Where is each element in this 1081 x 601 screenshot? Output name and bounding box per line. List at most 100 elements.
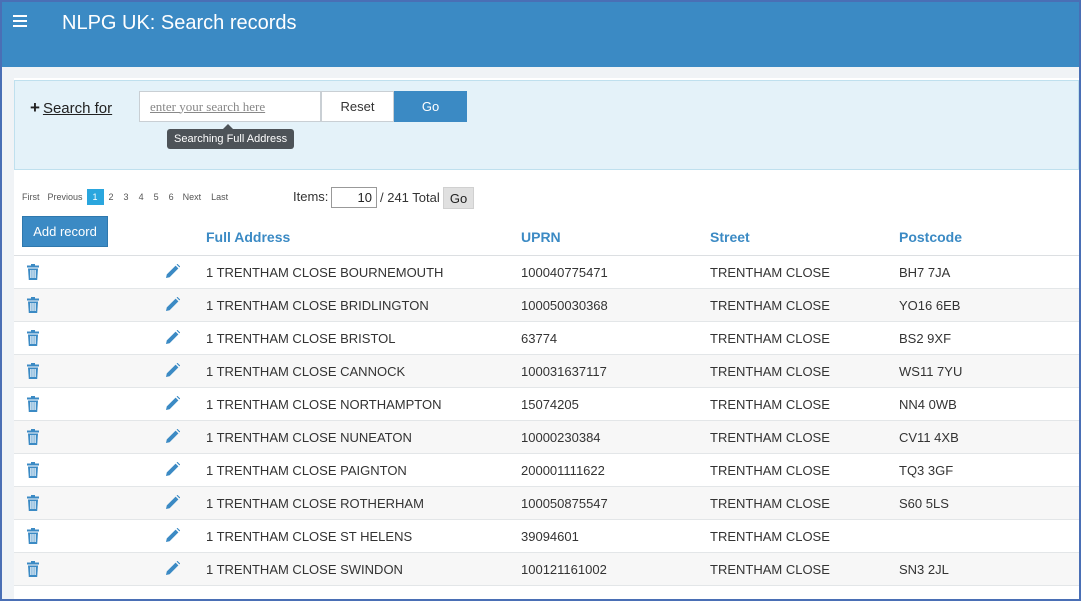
table-row: 1 TRENTHAM CLOSE BOURNEMOUTH 10004077547… xyxy=(14,256,1079,289)
cell-postcode: S60 5LS xyxy=(899,496,949,511)
table-row: 1 TRENTHAM CLOSE ST HELENS 39094601 TREN… xyxy=(14,520,1079,553)
previous-page-link[interactable]: Previous xyxy=(44,192,87,202)
cell-street: TRENTHAM CLOSE xyxy=(710,496,830,511)
pencil-icon[interactable] xyxy=(166,297,180,311)
column-header-street[interactable]: Street xyxy=(710,229,750,245)
first-page-link[interactable]: First xyxy=(18,192,44,202)
cell-uprn: 100050030368 xyxy=(521,298,608,313)
cell-postcode: YO16 6EB xyxy=(899,298,961,313)
cell-full-address: 1 TRENTHAM CLOSE BOURNEMOUTH xyxy=(206,265,444,280)
cell-full-address: 1 TRENTHAM CLOSE BRISTOL xyxy=(206,331,396,346)
cell-street: TRENTHAM CLOSE xyxy=(710,265,830,280)
pencil-icon[interactable] xyxy=(166,429,180,443)
page-link[interactable]: 2 xyxy=(104,192,119,202)
trash-icon[interactable] xyxy=(26,297,40,313)
cell-full-address: 1 TRENTHAM CLOSE PAIGNTON xyxy=(206,463,407,478)
cell-street: TRENTHAM CLOSE xyxy=(710,529,830,544)
cell-uprn: 200001111622 xyxy=(521,463,605,478)
go-button[interactable]: Go xyxy=(394,91,467,122)
pencil-icon[interactable] xyxy=(166,495,180,509)
items-per-page-input[interactable] xyxy=(331,187,377,208)
trash-icon[interactable] xyxy=(26,561,40,577)
trash-icon[interactable] xyxy=(26,429,40,445)
trash-icon[interactable] xyxy=(26,462,40,478)
page-title: NLPG UK: Search records xyxy=(62,12,297,34)
cell-postcode: CV11 4XB xyxy=(899,430,959,445)
table-row: 1 TRENTHAM CLOSE BRISTOL 63774 TRENTHAM … xyxy=(14,322,1079,355)
table-body: 1 TRENTHAM CLOSE BOURNEMOUTH 10004077547… xyxy=(14,256,1079,586)
pencil-icon[interactable] xyxy=(166,363,180,377)
page-link[interactable]: 1 xyxy=(86,188,104,205)
search-for-toggle[interactable]: + Search for xyxy=(30,98,112,118)
cell-street: TRENTHAM CLOSE xyxy=(710,331,830,346)
trash-icon[interactable] xyxy=(26,363,40,379)
cell-uprn: 63774 xyxy=(521,331,558,346)
cell-uprn: 39094601 xyxy=(521,529,579,544)
table-row: 1 TRENTHAM CLOSE CANNOCK 100031637117 TR… xyxy=(14,355,1079,388)
pagination: First Previous 1 2 3 4 5 6 Next Last xyxy=(18,188,232,205)
cell-street: TRENTHAM CLOSE xyxy=(710,430,830,445)
trash-icon[interactable] xyxy=(26,396,40,412)
app-frame: NLPG UK: Search records +Search for Rese… xyxy=(0,0,1081,601)
pencil-icon[interactable] xyxy=(166,396,180,410)
top-bar: NLPG UK: Search records xyxy=(2,2,1079,67)
cell-full-address: 1 TRENTHAM CLOSE ST HELENS xyxy=(206,529,413,544)
plus-icon: + xyxy=(30,98,40,117)
cell-postcode: BH7 7JA xyxy=(899,265,951,280)
page-link[interactable]: 5 xyxy=(149,192,164,202)
trash-icon[interactable] xyxy=(26,330,40,346)
cell-uprn: 15074205 xyxy=(521,397,579,412)
pencil-icon[interactable] xyxy=(166,561,180,575)
add-record-button[interactable]: Add record xyxy=(22,216,108,247)
cell-uprn: 10000230384 xyxy=(521,430,601,445)
cell-street: TRENTHAM CLOSE xyxy=(710,463,830,478)
table-row: 1 TRENTHAM CLOSE PAIGNTON 200001111622 T… xyxy=(14,454,1079,487)
pencil-icon[interactable] xyxy=(166,462,180,476)
pencil-icon[interactable] xyxy=(166,528,180,542)
table-row: 1 TRENTHAM CLOSE NORTHAMPTON 15074205 TR… xyxy=(14,388,1079,421)
cell-postcode: SN3 2JL xyxy=(899,562,949,577)
column-header-uprn[interactable]: UPRN xyxy=(521,229,561,245)
trash-icon[interactable] xyxy=(26,528,40,544)
cell-postcode: TQ3 3GF xyxy=(899,463,954,478)
cell-street: TRENTHAM CLOSE xyxy=(710,562,830,577)
cell-full-address: 1 TRENTHAM CLOSE NUNEATON xyxy=(206,430,412,445)
table-row: 1 TRENTHAM CLOSE NUNEATON 10000230384 TR… xyxy=(14,421,1079,454)
trash-icon[interactable] xyxy=(26,495,40,511)
cell-uprn: 100031637117 xyxy=(521,364,607,379)
cell-street: TRENTHAM CLOSE xyxy=(710,364,830,379)
cell-full-address: 1 TRENTHAM CLOSE ROTHERHAM xyxy=(206,496,424,511)
search-for-label: Search for xyxy=(42,100,113,117)
pencil-icon[interactable] xyxy=(166,330,180,344)
cell-full-address: 1 TRENTHAM CLOSE SWINDON xyxy=(206,562,403,577)
hamburger-menu-icon[interactable] xyxy=(13,15,27,27)
cell-full-address: 1 TRENTHAM CLOSE CANNOCK xyxy=(206,364,406,379)
cell-uprn: 100121161002 xyxy=(521,562,607,577)
cell-postcode: WS11 7YU xyxy=(899,364,963,379)
total-count: / 241 Total xyxy=(380,190,440,205)
items-label: Items: xyxy=(293,189,329,204)
column-header-full-address[interactable]: Full Address xyxy=(206,229,290,245)
cell-street: TRENTHAM CLOSE xyxy=(710,397,830,412)
page-link[interactable]: 3 xyxy=(119,192,134,202)
cell-uprn: 100050875547 xyxy=(521,496,608,511)
search-input[interactable] xyxy=(139,91,321,122)
cell-uprn: 100040775471 xyxy=(521,265,608,280)
items-go-button[interactable]: Go xyxy=(443,187,474,209)
page-link[interactable]: 6 xyxy=(164,192,179,202)
last-page-link[interactable]: Last xyxy=(207,192,232,202)
page-link[interactable]: 4 xyxy=(134,192,149,202)
search-tooltip: Searching Full Address xyxy=(167,124,295,149)
cell-full-address: 1 TRENTHAM CLOSE NORTHAMPTON xyxy=(206,397,442,412)
table-row: 1 TRENTHAM CLOSE ROTHERHAM 100050875547 … xyxy=(14,487,1079,520)
cell-street: TRENTHAM CLOSE xyxy=(710,298,830,313)
cell-full-address: 1 TRENTHAM CLOSE BRIDLINGTON xyxy=(206,298,429,313)
next-page-link[interactable]: Next xyxy=(179,192,206,202)
column-header-postcode[interactable]: Postcode xyxy=(899,229,962,245)
pencil-icon[interactable] xyxy=(166,264,180,278)
table-row: 1 TRENTHAM CLOSE BRIDLINGTON 10005003036… xyxy=(14,289,1079,322)
table-row: 1 TRENTHAM CLOSE SWINDON 100121161002 TR… xyxy=(14,553,1079,586)
reset-button[interactable]: Reset xyxy=(321,91,394,122)
cell-postcode: NN4 0WB xyxy=(899,397,957,412)
trash-icon[interactable] xyxy=(26,264,40,280)
